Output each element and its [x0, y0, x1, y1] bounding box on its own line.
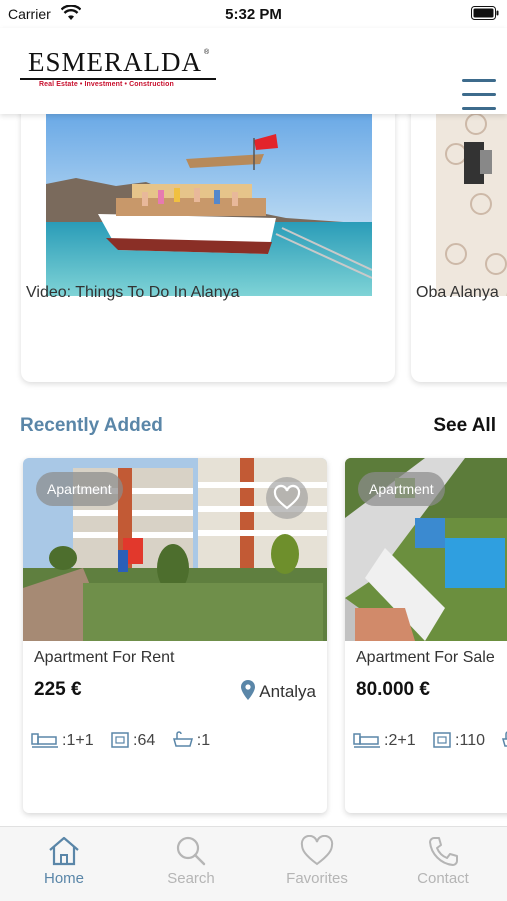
logo-underline [20, 78, 216, 80]
property-location: Antalya [240, 679, 316, 702]
tab-home-label: Home [43, 870, 84, 887]
logo-tagline: Real Estate • Investment • Construction [39, 81, 174, 88]
status-bar: Carrier 5:32 PM [0, 0, 507, 28]
bed-icon [31, 733, 58, 748]
property-type-badge: Apartment [358, 472, 445, 506]
home-scroll-content[interactable]: Video: Things To Do In Alanya Oba Alanya… [0, 114, 507, 826]
video-card[interactable]: Video: Things To Do In Alanya [21, 114, 395, 382]
area-feature: :110 [432, 731, 485, 750]
tab-favorites[interactable]: Favorites [267, 835, 367, 897]
location-pin-icon [241, 680, 256, 700]
search-icon [176, 836, 206, 866]
bottom-tab-bar: Home Search Favorites Contact [0, 826, 507, 901]
property-type-badge: Apartment [36, 472, 123, 506]
bathtub-icon [502, 731, 507, 747]
tab-contact[interactable]: Contact [393, 835, 493, 897]
see-all-link[interactable]: See All [433, 415, 496, 437]
battery-icon [471, 6, 499, 25]
clock: 5:32 PM [225, 6, 282, 23]
tab-contact-label: Contact [417, 870, 469, 887]
rooms-value: :1+1 [62, 732, 94, 749]
video-title: Oba Alanya [416, 284, 499, 301]
heart-icon [300, 835, 334, 866]
favorite-button[interactable] [266, 477, 308, 519]
area-feature: :64 [110, 731, 155, 750]
baths-value: :1 [196, 732, 211, 749]
brand-logo[interactable]: ESMERALDA ® Real Estate • Investment • C… [20, 47, 216, 91]
home-icon [49, 836, 79, 866]
property-title: Apartment For Sale [356, 649, 495, 666]
heart-icon [273, 484, 301, 510]
rooms-feature: :1+1 [31, 731, 94, 750]
tab-favorites-label: Favorites [286, 870, 348, 887]
video-thumbnail [436, 114, 507, 296]
tab-home[interactable]: Home [14, 835, 114, 897]
property-card[interactable]: Apartment Apartment For Rent 225 € Antal… [23, 458, 327, 813]
tab-search-label: Search [167, 870, 215, 887]
property-features: :1+1 :64 :1 [31, 731, 222, 750]
phone-icon [429, 837, 458, 866]
property-title: Apartment For Rent [34, 649, 175, 666]
rooms-value: :2+1 [384, 732, 416, 749]
area-value: :64 [133, 732, 156, 749]
logo-registered-mark: ® [204, 49, 210, 56]
bathtub-icon [172, 731, 193, 747]
bed-icon [353, 733, 380, 748]
area-value: :110 [455, 732, 485, 749]
hamburger-menu-button[interactable] [462, 79, 498, 113]
video-card[interactable]: Oba Alanya [411, 114, 507, 382]
area-icon [433, 732, 451, 748]
property-card[interactable]: Apartment Apartment For Sale 80.000 € :2… [345, 458, 507, 813]
bath-feature: :1 [172, 731, 210, 750]
bath-feature [501, 731, 507, 750]
app-header: ESMERALDA ® Real Estate • Investment • C… [0, 28, 507, 114]
area-icon [111, 732, 129, 748]
video-title: Video: Things To Do In Alanya [26, 284, 240, 301]
tab-search[interactable]: Search [141, 835, 241, 897]
property-features: :2+1 :110 [353, 731, 507, 750]
video-thumbnail [46, 114, 372, 296]
recently-added-heading: Recently Added [20, 415, 163, 436]
menu-icon-bar [462, 93, 496, 96]
property-location-text: Antalya [259, 682, 316, 701]
rooms-feature: :2+1 [353, 731, 416, 750]
menu-icon-bar [462, 107, 496, 110]
property-price: 80.000 € [356, 679, 430, 700]
logo-name: ESMERALDA [28, 47, 203, 77]
menu-icon-bar [462, 79, 496, 82]
property-price: 225 € [34, 679, 82, 700]
